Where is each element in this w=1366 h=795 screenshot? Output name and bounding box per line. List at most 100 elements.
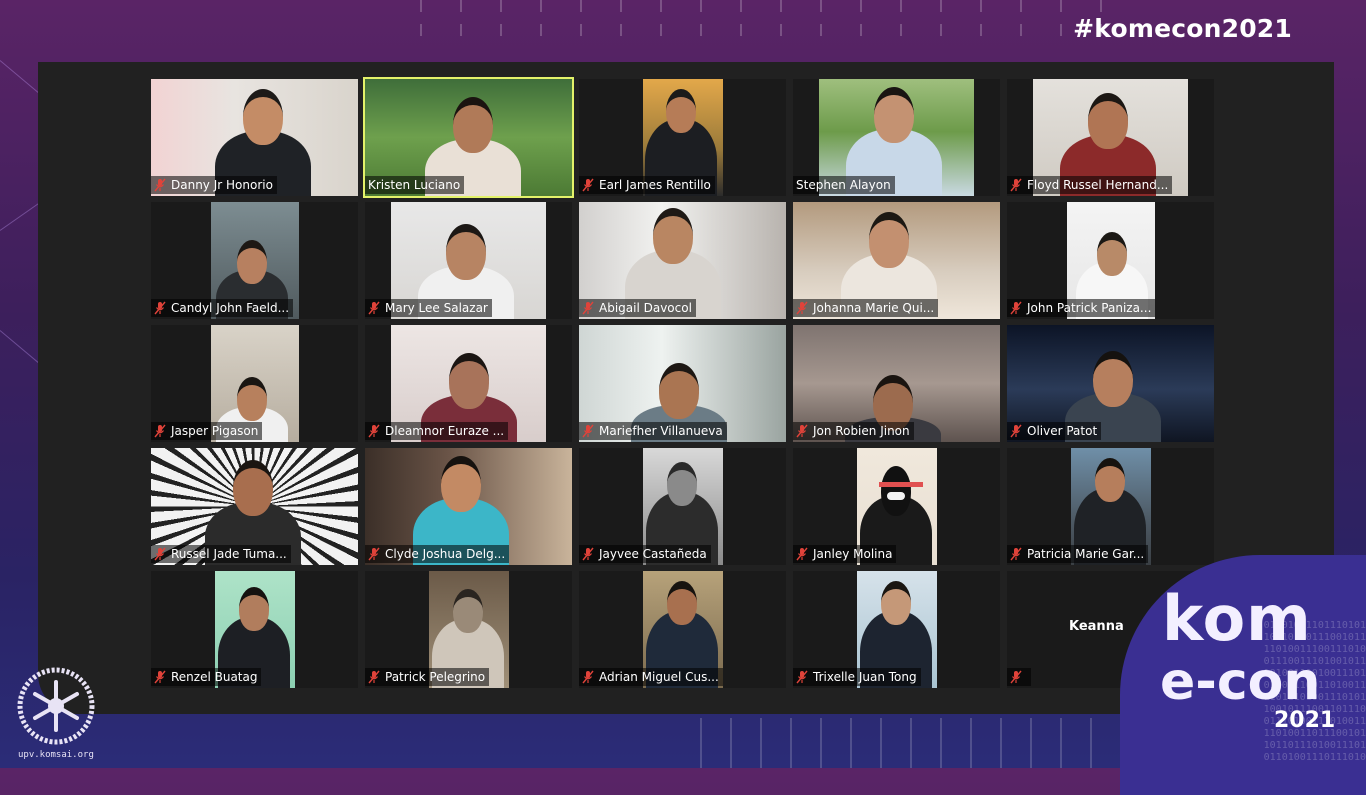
- muted-mic-icon[interactable]: [154, 301, 166, 315]
- muted-mic-icon[interactable]: [796, 424, 808, 438]
- org-url: upv.komsai.org: [18, 750, 94, 760]
- participant-tile[interactable]: Jasper Pigason: [151, 325, 358, 442]
- participant-face: [446, 224, 486, 280]
- participant-tile[interactable]: Patrick Pelegrino: [365, 571, 572, 688]
- participant-tile[interactable]: Floyd Russel Hernand...: [1007, 79, 1214, 196]
- muted-mic-icon[interactable]: [582, 178, 594, 192]
- participant-face: [441, 456, 481, 512]
- participant-face: [237, 377, 267, 421]
- participant-name: Oliver Patot: [1027, 424, 1098, 438]
- participant-tile[interactable]: Danny Jr Honorio: [151, 79, 358, 196]
- participant-tile[interactable]: Janley Molina: [793, 448, 1000, 565]
- participant-tile[interactable]: Russel Jade Tuma...: [151, 448, 358, 565]
- muted-mic-icon[interactable]: [582, 301, 594, 315]
- muted-mic-icon[interactable]: [582, 424, 594, 438]
- participant-name-bar: Abigail Davocol: [579, 299, 696, 317]
- muted-mic-icon[interactable]: [154, 178, 166, 192]
- participant-name: Danny Jr Honorio: [171, 178, 273, 192]
- participant-tile[interactable]: Clyde Joshua Delg...: [365, 448, 572, 565]
- participant-name: John Patrick Paniza...: [1027, 301, 1152, 315]
- participant-name-bar: Renzel Buatag: [151, 668, 262, 686]
- participant-tile[interactable]: Candyl John Faeld...: [151, 202, 358, 319]
- participant-tile[interactable]: Johanna Marie Qui...: [793, 202, 1000, 319]
- participant-name-bar: Patrick Pelegrino: [365, 668, 490, 686]
- header-dash-pattern: [420, 0, 1140, 36]
- participant-face: [453, 589, 483, 633]
- participant-tile[interactable]: Renzel Buatag: [151, 571, 358, 688]
- participant-name-bar: Candyl John Faeld...: [151, 299, 294, 317]
- participant-name: Jasper Pigason: [171, 424, 259, 438]
- participant-name: Mariefher Villanueva: [599, 424, 723, 438]
- muted-mic-icon[interactable]: [154, 670, 166, 684]
- participant-tile[interactable]: Oliver Patot: [1007, 325, 1214, 442]
- muted-mic-icon[interactable]: [582, 670, 594, 684]
- participant-name: Janley Molina: [813, 547, 893, 561]
- participant-face: [1095, 458, 1125, 502]
- participant-tile[interactable]: Kristen Luciano: [363, 77, 574, 198]
- participant-face: [667, 581, 697, 625]
- participant-face: [449, 353, 489, 409]
- muted-mic-icon[interactable]: [368, 670, 380, 684]
- participant-name-bar: Kristen Luciano: [365, 176, 465, 194]
- participant-face: [239, 587, 269, 631]
- participant-name: Kristen Luciano: [368, 178, 461, 192]
- participant-tile[interactable]: Jon Robien Jinon: [793, 325, 1000, 442]
- participant-tile[interactable]: Trixelle Juan Tong: [793, 571, 1000, 688]
- participant-name-bar: Jayvee Castañeda: [579, 545, 711, 563]
- participant-tile[interactable]: Stephen Alayon: [793, 79, 1000, 196]
- participant-tile[interactable]: Mary Lee Salazar: [365, 202, 572, 319]
- muted-mic-icon[interactable]: [1010, 670, 1022, 684]
- muted-mic-icon[interactable]: [1010, 301, 1022, 315]
- participant-name: Jayvee Castañeda: [599, 547, 707, 561]
- participant-tile[interactable]: Adrian Miguel Cus...: [579, 571, 786, 688]
- event-hashtag: #komecon2021: [1073, 14, 1292, 43]
- muted-mic-icon[interactable]: [368, 424, 380, 438]
- muted-mic-icon[interactable]: [154, 547, 166, 561]
- muted-mic-icon[interactable]: [368, 301, 380, 315]
- participant-name-bar: Adrian Miguel Cus...: [579, 668, 723, 686]
- event-logo-year: 2021: [1274, 708, 1336, 733]
- participant-tile[interactable]: Patricia Marie Gar...: [1007, 448, 1214, 565]
- participant-tile[interactable]: Dleamnor Euraze ...: [365, 325, 572, 442]
- participant-face: [881, 581, 911, 625]
- muted-mic-icon[interactable]: [1010, 424, 1022, 438]
- participant-tile[interactable]: Earl James Rentillo: [579, 79, 786, 196]
- participant-name-bar: Clyde Joshua Delg...: [365, 545, 510, 563]
- participant-name-bar: Earl James Rentillo: [579, 176, 715, 194]
- participant-face: [653, 208, 693, 264]
- participant-tile[interactable]: Jayvee Castañeda: [579, 448, 786, 565]
- participant-face: [1097, 232, 1127, 276]
- participant-name-bar: Patricia Marie Gar...: [1007, 545, 1149, 563]
- participant-name: Johanna Marie Qui...: [813, 301, 935, 315]
- participant-name-bar: Russel Jade Tuma...: [151, 545, 291, 563]
- muted-mic-icon[interactable]: [796, 670, 808, 684]
- participant-face: [233, 460, 273, 516]
- muted-mic-icon[interactable]: [1010, 547, 1022, 561]
- participant-face: [659, 363, 699, 419]
- muted-mic-icon[interactable]: [1010, 178, 1022, 192]
- participant-tile[interactable]: Mariefher Villanueva: [579, 325, 786, 442]
- participant-tile[interactable]: John Patrick Paniza...: [1007, 202, 1214, 319]
- muted-mic-icon[interactable]: [582, 547, 594, 561]
- participant-name-bar: Stephen Alayon: [793, 176, 895, 194]
- participant-name-bar: Dleamnor Euraze ...: [365, 422, 509, 440]
- muted-mic-icon[interactable]: [154, 424, 166, 438]
- participant-name: Patrick Pelegrino: [385, 670, 486, 684]
- participant-name: Stephen Alayon: [796, 178, 891, 192]
- participant-name-bar: Trixelle Juan Tong: [793, 668, 921, 686]
- muted-mic-icon[interactable]: [796, 301, 808, 315]
- participant-name-bar: Janley Molina: [793, 545, 897, 563]
- participant-name: Candyl John Faeld...: [171, 301, 290, 315]
- event-logo-kom: kom: [1162, 582, 1312, 655]
- participant-name: Trixelle Juan Tong: [813, 670, 917, 684]
- participant-name: Renzel Buatag: [171, 670, 258, 684]
- participant-name: Russel Jade Tuma...: [171, 547, 287, 561]
- participant-face: [1088, 93, 1128, 149]
- participant-name-bar: Johanna Marie Qui...: [793, 299, 939, 317]
- participant-name: Patricia Marie Gar...: [1027, 547, 1145, 561]
- participant-name: Abigail Davocol: [599, 301, 692, 315]
- muted-mic-icon[interactable]: [796, 547, 808, 561]
- muted-mic-icon[interactable]: [368, 547, 380, 561]
- participant-face: [666, 89, 696, 133]
- participant-tile[interactable]: Abigail Davocol: [579, 202, 786, 319]
